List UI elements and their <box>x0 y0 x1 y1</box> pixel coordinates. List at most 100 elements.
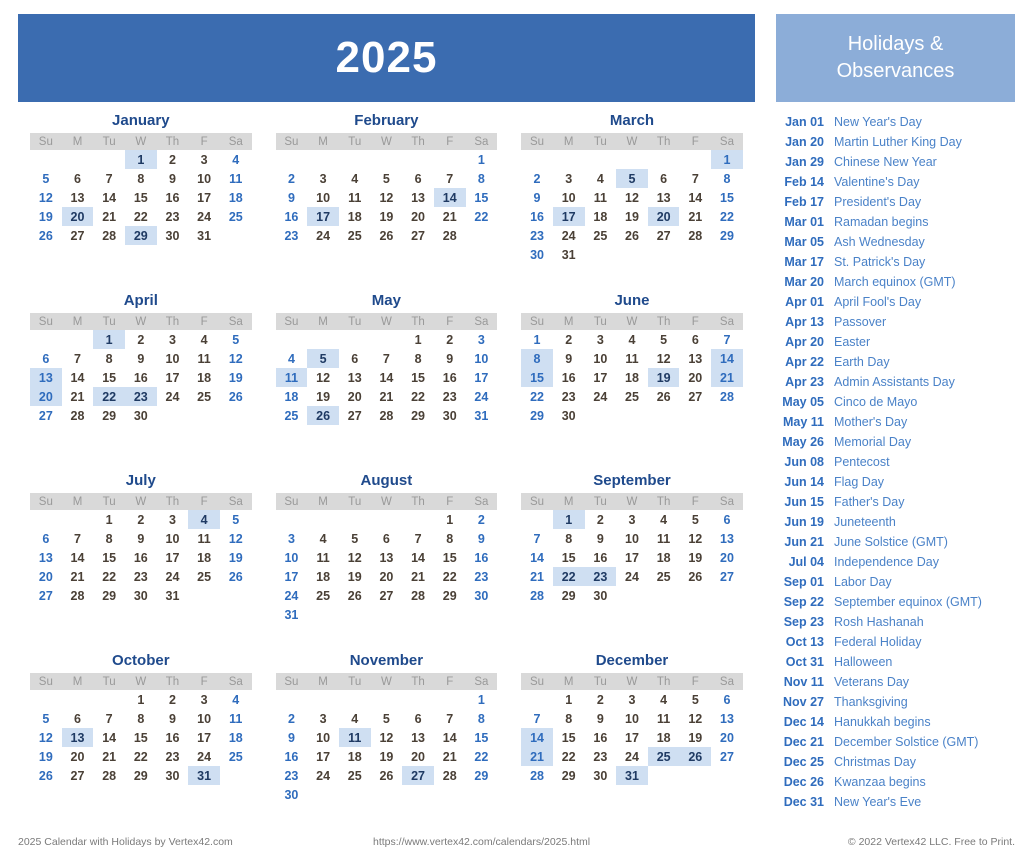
day-cell[interactable]: 24 <box>616 567 648 586</box>
day-cell[interactable]: 1 <box>521 330 553 349</box>
day-cell[interactable]: 17 <box>157 548 189 567</box>
day-cell[interactable]: 19 <box>339 567 371 586</box>
day-cell[interactable]: 11 <box>188 349 220 368</box>
day-cell[interactable]: 14 <box>371 368 403 387</box>
day-cell[interactable]: 18 <box>276 387 308 406</box>
day-cell[interactable]: 16 <box>434 368 466 387</box>
day-cell[interactable]: 16 <box>553 368 585 387</box>
day-cell[interactable]: 26 <box>616 226 648 245</box>
day-cell[interactable]: 10 <box>466 349 498 368</box>
day-cell[interactable]: 17 <box>188 728 220 747</box>
day-cell[interactable]: 6 <box>711 510 743 529</box>
day-cell[interactable]: 18 <box>188 368 220 387</box>
day-cell[interactable]: 8 <box>466 169 498 188</box>
day-cell[interactable]: 10 <box>307 728 339 747</box>
day-cell[interactable]: 2 <box>466 510 498 529</box>
day-cell[interactable]: 9 <box>157 169 189 188</box>
day-cell[interactable]: 3 <box>553 169 585 188</box>
day-cell[interactable]: 30 <box>157 226 189 245</box>
day-cell[interactable]: 17 <box>157 368 189 387</box>
day-cell[interactable]: 12 <box>30 728 62 747</box>
day-cell[interactable]: 2 <box>276 709 308 728</box>
day-cell[interactable]: 25 <box>339 226 371 245</box>
day-cell[interactable]: 19 <box>220 368 252 387</box>
day-cell[interactable]: 27 <box>339 406 371 425</box>
day-cell[interactable]: 14 <box>711 349 743 368</box>
day-cell[interactable]: 24 <box>307 766 339 785</box>
day-cell[interactable]: 9 <box>125 529 157 548</box>
day-cell[interactable]: 20 <box>711 548 743 567</box>
day-cell[interactable]: 22 <box>93 567 125 586</box>
day-cell[interactable]: 4 <box>339 709 371 728</box>
day-cell[interactable]: 8 <box>434 529 466 548</box>
day-cell[interactable]: 7 <box>62 349 94 368</box>
day-cell[interactable]: 13 <box>711 529 743 548</box>
day-cell[interactable]: 5 <box>371 709 403 728</box>
day-cell[interactable]: 3 <box>466 330 498 349</box>
day-cell[interactable]: 28 <box>521 766 553 785</box>
day-cell[interactable]: 20 <box>62 747 94 766</box>
day-cell[interactable]: 21 <box>93 207 125 226</box>
day-cell[interactable]: 1 <box>125 690 157 709</box>
day-cell[interactable]: 16 <box>157 188 189 207</box>
day-cell[interactable]: 22 <box>402 387 434 406</box>
day-cell[interactable]: 18 <box>648 548 680 567</box>
day-cell[interactable]: 19 <box>616 207 648 226</box>
day-cell[interactable]: 6 <box>62 169 94 188</box>
day-cell[interactable]: 22 <box>521 387 553 406</box>
day-cell[interactable]: 26 <box>648 387 680 406</box>
day-cell[interactable]: 13 <box>679 349 711 368</box>
day-cell[interactable]: 28 <box>521 586 553 605</box>
day-cell[interactable]: 3 <box>276 529 308 548</box>
day-cell[interactable]: 15 <box>125 188 157 207</box>
day-cell[interactable]: 28 <box>711 387 743 406</box>
day-cell[interactable]: 14 <box>62 548 94 567</box>
day-cell[interactable]: 28 <box>62 406 94 425</box>
day-cell[interactable]: 17 <box>585 368 617 387</box>
day-cell[interactable]: 14 <box>433 188 466 207</box>
day-cell[interactable]: 23 <box>124 387 157 406</box>
day-cell[interactable]: 28 <box>93 766 125 785</box>
day-cell[interactable]: 13 <box>648 188 680 207</box>
day-cell[interactable]: 30 <box>521 245 553 264</box>
day-cell[interactable]: 1 <box>553 690 585 709</box>
day-cell[interactable]: 23 <box>585 747 617 766</box>
day-cell[interactable]: 10 <box>188 169 220 188</box>
day-cell[interactable]: 22 <box>553 747 585 766</box>
day-cell[interactable]: 5 <box>616 169 648 188</box>
day-cell[interactable]: 31 <box>466 406 498 425</box>
day-cell[interactable]: 28 <box>679 226 711 245</box>
day-cell[interactable]: 19 <box>679 728 711 747</box>
day-cell[interactable]: 1 <box>93 510 125 529</box>
day-cell[interactable]: 20 <box>30 567 62 586</box>
day-cell[interactable]: 9 <box>521 188 553 207</box>
day-cell[interactable]: 22 <box>466 207 498 226</box>
day-cell[interactable]: 18 <box>188 548 220 567</box>
day-cell[interactable]: 27 <box>371 586 403 605</box>
day-cell[interactable]: 24 <box>157 567 189 586</box>
day-cell[interactable]: 30 <box>466 586 498 605</box>
day-cell[interactable]: 18 <box>220 188 252 207</box>
day-cell[interactable]: 23 <box>276 766 308 785</box>
day-cell[interactable]: 23 <box>521 226 553 245</box>
day-cell[interactable]: 25 <box>220 207 252 226</box>
day-cell[interactable]: 11 <box>616 349 648 368</box>
day-cell[interactable]: 30 <box>553 406 585 425</box>
day-cell[interactable]: 15 <box>402 368 434 387</box>
day-cell[interactable]: 12 <box>679 709 711 728</box>
day-cell[interactable]: 16 <box>157 728 189 747</box>
day-cell[interactable]: 12 <box>371 188 403 207</box>
day-cell[interactable]: 21 <box>402 567 434 586</box>
day-cell[interactable]: 10 <box>553 188 585 207</box>
day-cell[interactable]: 31 <box>188 766 220 785</box>
day-cell[interactable]: 18 <box>339 207 371 226</box>
day-cell[interactable]: 29 <box>125 766 157 785</box>
day-cell[interactable]: 17 <box>616 548 648 567</box>
day-cell[interactable]: 25 <box>220 747 252 766</box>
day-cell[interactable]: 9 <box>585 709 617 728</box>
day-cell[interactable]: 4 <box>220 150 252 169</box>
day-cell[interactable]: 7 <box>402 529 434 548</box>
day-cell[interactable]: 5 <box>339 529 371 548</box>
day-cell[interactable]: 8 <box>553 529 585 548</box>
day-cell[interactable]: 31 <box>188 226 220 245</box>
